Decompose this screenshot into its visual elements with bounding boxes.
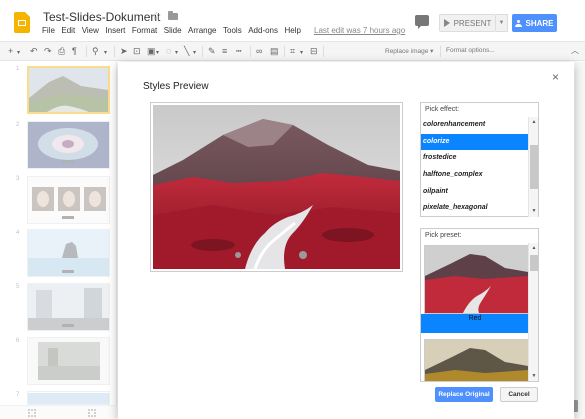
scroll-down-icon[interactable]: ▼ bbox=[530, 373, 538, 379]
image-preview bbox=[150, 102, 403, 272]
menu-arrange[interactable]: Arrange bbox=[188, 26, 216, 35]
print-icon[interactable]: ⎙ bbox=[58, 45, 65, 57]
menu-slide[interactable]: Slide bbox=[164, 26, 182, 35]
zoom-dropdown-icon[interactable]: ▾ bbox=[104, 47, 107, 59]
reset-image-icon[interactable]: ⊟ bbox=[310, 45, 318, 57]
menu-view[interactable]: View bbox=[82, 26, 99, 35]
replace-original-button[interactable]: Replace Original bbox=[435, 387, 493, 402]
menu-addons[interactable]: Add-ons bbox=[248, 26, 278, 35]
text-box-icon[interactable]: ⊡ bbox=[133, 45, 141, 57]
toolbar-divider bbox=[440, 46, 441, 57]
star-icon[interactable]: ☆ bbox=[151, 9, 162, 23]
present-label: PRESENT bbox=[453, 18, 492, 28]
header: Test-Slides-Dokument ☆ File Edit View In… bbox=[0, 0, 585, 40]
toolbar-divider bbox=[202, 46, 203, 57]
slides-app: Test-Slides-Dokument ☆ File Edit View In… bbox=[0, 0, 585, 419]
add-comment-icon[interactable]: ▤ bbox=[270, 45, 279, 57]
scroll-thumb[interactable] bbox=[530, 255, 538, 271]
styles-preview-dialog: Styles Preview × Pick effect: colorenhan… bbox=[118, 62, 574, 419]
preset-label: Red bbox=[421, 314, 529, 333]
pick-effect-panel: Pick effect: colorenhancement colorize f… bbox=[420, 102, 539, 217]
replace-image-button[interactable]: Replace image ▾ bbox=[385, 47, 433, 55]
list-item[interactable]: frostedice bbox=[421, 150, 529, 167]
line-dash-icon[interactable]: ┅ bbox=[236, 45, 241, 57]
line-dropdown-icon[interactable]: ▾ bbox=[193, 47, 196, 59]
preset-thumbnail bbox=[424, 245, 529, 314]
document-title[interactable]: Test-Slides-Dokument bbox=[43, 10, 160, 24]
slides-logo-icon[interactable] bbox=[14, 12, 30, 33]
right-panel-edge bbox=[575, 62, 585, 419]
list-item[interactable]: pixelate_hexagonal bbox=[421, 200, 529, 217]
toolbar-divider bbox=[284, 46, 285, 57]
toolbar-divider bbox=[114, 46, 115, 57]
menu-bar: File Edit View Insert Format Slide Arran… bbox=[42, 26, 307, 35]
format-options-button[interactable]: Format options... bbox=[446, 47, 495, 54]
present-button[interactable]: PRESENT bbox=[439, 14, 496, 32]
new-slide-icon[interactable]: + bbox=[8, 45, 13, 57]
crop-icon[interactable]: ⌗ bbox=[290, 45, 295, 57]
toolbar-divider bbox=[323, 46, 324, 57]
menu-insert[interactable]: Insert bbox=[105, 26, 125, 35]
crop-dropdown-icon[interactable]: ▾ bbox=[300, 47, 303, 59]
shape-dropdown-icon[interactable]: ▾ bbox=[175, 47, 178, 59]
dialog-title: Styles Preview bbox=[143, 81, 209, 92]
last-edit-link[interactable]: Last edit was 7 hours ago bbox=[314, 26, 405, 35]
image-dropdown-icon[interactable]: ▾ bbox=[156, 47, 159, 59]
folder-icon[interactable] bbox=[168, 11, 178, 20]
pick-preset-label: Pick preset: bbox=[425, 232, 462, 239]
pen-icon[interactable]: ✎ bbox=[208, 45, 216, 57]
list-item[interactable]: halftone_complex bbox=[421, 167, 529, 184]
line-weight-icon[interactable]: ≡ bbox=[222, 45, 227, 57]
line-icon[interactable]: ╲ bbox=[184, 45, 189, 57]
image-icon[interactable]: ▣ bbox=[147, 45, 156, 57]
toolbar-divider bbox=[86, 46, 87, 57]
new-slide-dropdown-icon[interactable]: ▾ bbox=[17, 47, 20, 59]
select-arrow-icon[interactable]: ➤ bbox=[120, 45, 128, 57]
pick-effect-label: Pick effect: bbox=[425, 106, 460, 113]
preset-item[interactable] bbox=[424, 339, 529, 381]
list-item[interactable]: oilpaint bbox=[421, 184, 529, 201]
list-item-selected[interactable]: colorize bbox=[421, 133, 529, 151]
shape-icon[interactable]: ◌ bbox=[166, 45, 171, 57]
menu-file[interactable]: File bbox=[42, 26, 55, 35]
toolbar-divider bbox=[250, 46, 251, 57]
collapse-toolbar-icon[interactable]: ︿ bbox=[571, 45, 579, 57]
undo-icon[interactable]: ↶ bbox=[30, 45, 38, 57]
preset-thumbnail bbox=[424, 339, 529, 381]
effect-scrollbar[interactable]: ▲ ▼ bbox=[528, 117, 538, 217]
paint-format-icon[interactable]: ¶ bbox=[72, 45, 77, 57]
zoom-icon[interactable]: ⚲ bbox=[92, 45, 99, 57]
scroll-up-icon[interactable]: ▲ bbox=[530, 245, 538, 251]
pick-preset-panel: Pick preset: Red ▲ ▼ bbox=[420, 228, 539, 382]
menu-tools[interactable]: Tools bbox=[223, 26, 242, 35]
person-icon bbox=[515, 19, 523, 27]
menu-format[interactable]: Format bbox=[132, 26, 157, 35]
effect-list[interactable]: colorenhancement colorize frostedice hal… bbox=[421, 117, 529, 217]
menu-edit[interactable]: Edit bbox=[61, 26, 75, 35]
list-item[interactable]: colorenhancement bbox=[421, 117, 529, 134]
preset-scrollbar[interactable]: ▲ ▼ bbox=[528, 243, 538, 381]
preset-item-selected[interactable]: Red bbox=[421, 245, 529, 333]
link-icon[interactable]: ∞ bbox=[256, 45, 262, 57]
menu-help[interactable]: Help bbox=[285, 26, 301, 35]
toolbar: + ▾ ↶ ↷ ⎙ ¶ ⚲ ▾ ➤ ⊡ ▣ ▾ ◌ ▾ ╲ ▾ ✎ ≡ ┅ ∞ … bbox=[0, 41, 585, 61]
scroll-up-icon[interactable]: ▲ bbox=[530, 119, 538, 125]
scroll-thumb[interactable] bbox=[530, 145, 538, 189]
scroll-down-icon[interactable]: ▼ bbox=[530, 208, 538, 214]
close-icon[interactable]: × bbox=[552, 70, 559, 84]
share-button[interactable]: SHARE bbox=[512, 14, 557, 32]
share-label: SHARE bbox=[525, 18, 554, 28]
cancel-button[interactable]: Cancel bbox=[500, 387, 538, 402]
play-icon bbox=[443, 19, 450, 27]
present-dropdown-icon[interactable]: ▼ bbox=[496, 14, 508, 32]
redo-icon[interactable]: ↷ bbox=[44, 45, 52, 57]
comment-icon[interactable] bbox=[415, 15, 429, 29]
